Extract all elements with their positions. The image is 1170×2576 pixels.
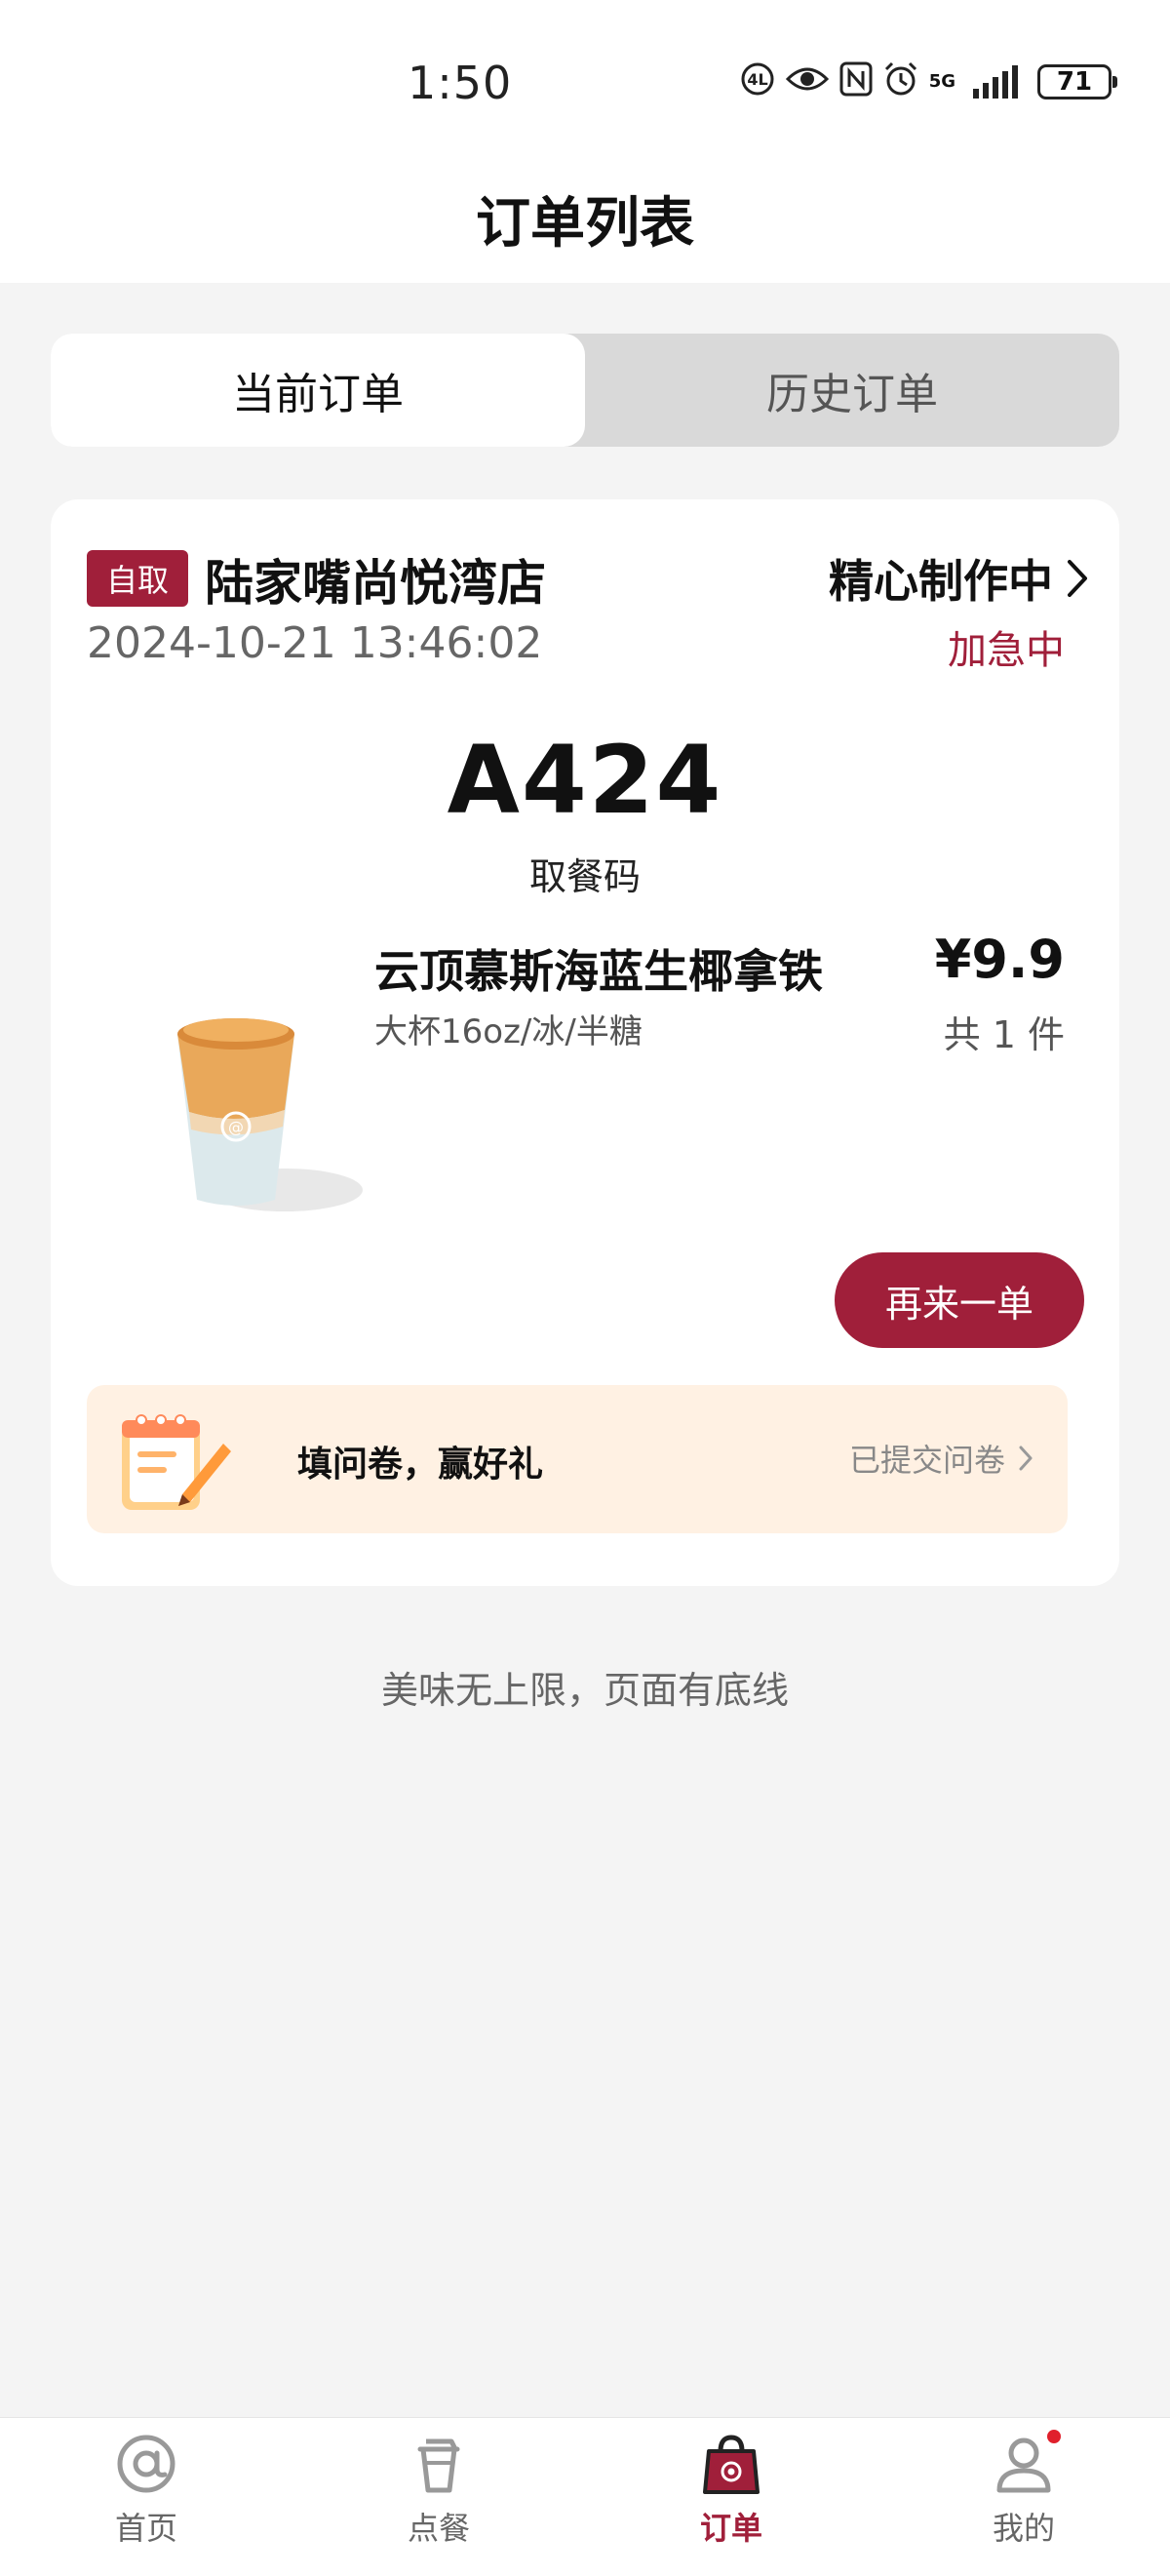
eye-icon <box>785 62 830 101</box>
status-time: 1:50 <box>408 57 513 109</box>
tab-current-orders[interactable]: 当前订单 <box>51 334 585 447</box>
nav-home-label: 首页 <box>114 2510 177 2547</box>
footer-note: 美味无上限，页面有底线 <box>380 1669 789 1712</box>
pickup-badge: 自取 <box>87 550 188 607</box>
nfc-icon <box>839 61 873 102</box>
reorder-button[interactable]: 再来一单 <box>835 1252 1084 1348</box>
bottom-nav: 首页 点餐 订单 我的 <box>0 2417 1170 2576</box>
coffee-cup-image: @ <box>177 1018 363 1211</box>
profile-icon <box>996 2437 1051 2493</box>
pickup-code-label: 取餐码 <box>528 855 641 898</box>
page-title: 订单列表 <box>476 192 694 256</box>
signal-icon <box>973 65 1018 99</box>
order-card[interactable]: 自取 陆家嘴尚悦湾店 2024-10-21 13:46:02 精心制作中 加急中… <box>51 499 1119 1586</box>
order-bag-icon <box>703 2435 760 2494</box>
nav-order-food[interactable]: 点餐 <box>292 2418 585 2576</box>
product-name: 云顶慕斯海蓝生椰拿铁 <box>374 945 823 998</box>
svg-text:@: @ <box>228 1118 244 1136</box>
product-price: ¥9.9 <box>934 929 1065 990</box>
survey-banner[interactable]: 填问卷，赢好礼 已提交问卷 <box>87 1385 1068 1533</box>
nav-order-food-label: 点餐 <box>407 2510 470 2547</box>
volte-icon: 4L <box>740 61 775 102</box>
battery-level: 71 <box>1056 67 1093 97</box>
chevron-right-icon <box>1068 560 1087 597</box>
product-spec: 大杯16oz/冰/半糖 <box>374 1012 643 1051</box>
nav-profile-label: 我的 <box>992 2510 1055 2547</box>
rush-status: 加急中 <box>948 628 1065 673</box>
survey-text: 填问卷，赢好礼 <box>297 1445 544 1485</box>
network-label: 5G <box>928 71 956 92</box>
order-tabs: 当前订单 历史订单 <box>51 334 1119 447</box>
cup-icon <box>417 2438 460 2493</box>
survey-status-link[interactable]: 已提交问卷 <box>849 1436 1033 1481</box>
alarm-icon <box>882 60 919 103</box>
store-name: 陆家嘴尚悦湾店 <box>205 555 546 612</box>
chevron-right-icon <box>1019 1446 1033 1471</box>
svg-text:4L: 4L <box>747 70 767 89</box>
survey-notepad-icon <box>122 1414 231 1510</box>
notification-dot <box>1047 2430 1061 2443</box>
product-quantity: 共 1 件 <box>943 1013 1065 1056</box>
pickup-code: A424 <box>447 726 723 835</box>
home-at-icon <box>117 2435 176 2493</box>
order-status-link[interactable]: 精心制作中 <box>829 546 1088 611</box>
nav-home[interactable]: 首页 <box>0 2418 292 2576</box>
battery-icon: 71 <box>1037 64 1117 99</box>
order-time: 2024-10-21 13:46:02 <box>87 618 543 668</box>
nav-orders-label: 订单 <box>699 2510 762 2547</box>
tab-history-orders[interactable]: 历史订单 <box>585 334 1119 447</box>
nav-profile[interactable]: 我的 <box>878 2418 1170 2576</box>
survey-status: 已提交问卷 <box>848 1442 1005 1479</box>
order-status: 精心制作中 <box>829 555 1053 608</box>
nav-orders[interactable]: 订单 <box>585 2418 878 2576</box>
status-icons: 4L 5G 71 <box>740 60 1117 103</box>
